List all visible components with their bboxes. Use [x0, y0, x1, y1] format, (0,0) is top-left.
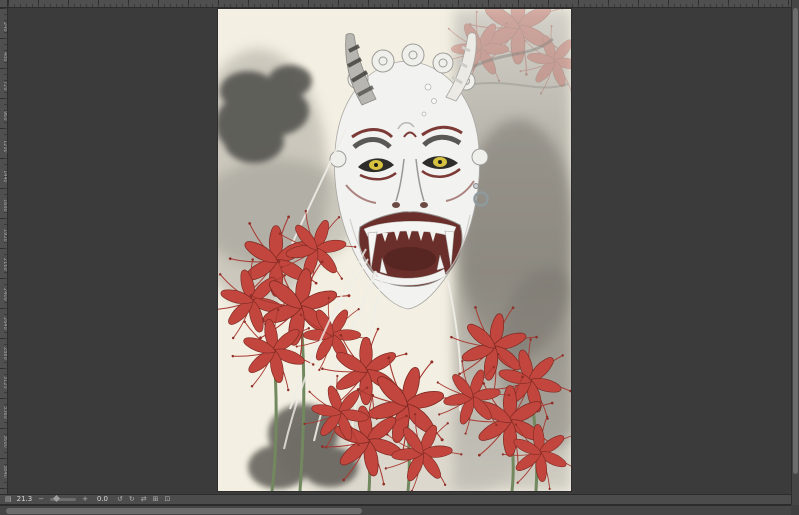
angle-value: 0.0 — [96, 495, 108, 503]
ruler-top-minor-ticks — [8, 4, 791, 7]
zoom-out-button[interactable]: − — [37, 495, 45, 504]
ruler-label: 480 — [2, 51, 8, 62]
fit-screen-button[interactable]: ⊞ — [153, 495, 159, 504]
horizontal-scrollbar-thumb[interactable] — [6, 508, 362, 514]
ruler-label: 1920 — [2, 228, 8, 242]
zoom-slider-thumb[interactable] — [53, 494, 61, 503]
ruler-label: 240 — [2, 22, 8, 32]
ruler-label: 3600 — [2, 435, 8, 448]
ruler-top[interactable] — [8, 0, 791, 8]
ruler-label: 1440 — [2, 169, 8, 183]
ruler-label: 2640 — [2, 317, 8, 330]
artwork-canvas[interactable] — [218, 9, 571, 491]
vertical-scrollbar-thumb[interactable] — [793, 8, 798, 474]
app-window: 240 480 720 960 1200 1440 1680 1920 2160 2400 2640… — [0, 0, 799, 515]
view-tool-icons: ↺ ↻ ⇄ ⊞ ⊡ — [117, 495, 170, 504]
ruler-label: 3120 — [2, 376, 8, 389]
navigator-icon[interactable]: ▤ — [5, 495, 12, 504]
ruler-label: 2160 — [2, 258, 8, 271]
zoom-value: 21.3 — [16, 495, 33, 503]
ruler-label: 1200 — [2, 140, 8, 153]
zoom-slider[interactable] — [50, 494, 77, 503]
actual-size-button[interactable]: ⊡ — [164, 495, 170, 504]
ruler-corner — [0, 0, 8, 8]
ruler-label: 960 — [2, 110, 8, 121]
rotate-ccw-button[interactable]: ↺ — [117, 495, 123, 504]
ruler-label: 3360 — [2, 405, 8, 419]
canvas-viewport[interactable] — [8, 8, 791, 494]
ruler-label: 720 — [2, 81, 8, 91]
ruler-label: 1680 — [2, 199, 8, 212]
rotate-cw-button[interactable]: ↻ — [129, 495, 135, 504]
vertical-scrollbar[interactable] — [791, 0, 799, 505]
flip-horizontal-button[interactable]: ⇄ — [141, 495, 147, 504]
ruler-label: 3840 — [2, 464, 8, 478]
horizontal-scrollbar[interactable] — [0, 505, 791, 515]
ruler-label: 2400 — [2, 287, 8, 301]
zoom-in-button[interactable]: + — [81, 495, 89, 504]
scrollbar-corner — [791, 505, 799, 515]
ruler-label: 2880 — [2, 346, 8, 360]
hannya-spider-lily-artwork — [218, 9, 571, 491]
ruler-left[interactable]: 240 480 720 960 1200 1440 1680 1920 2160 2400 2640… — [0, 8, 8, 494]
status-bar: ▤ 21.3 − + 0.0 ↺ ↻ ⇄ ⊞ ⊡ — [0, 494, 791, 505]
